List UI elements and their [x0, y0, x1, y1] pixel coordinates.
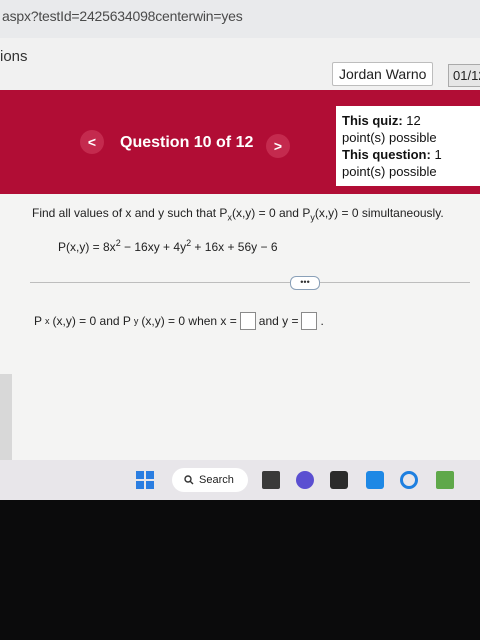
taskbar-search[interactable]: Search	[172, 468, 248, 492]
answer-text: .	[320, 314, 324, 328]
divider	[30, 282, 470, 283]
next-question-button[interactable]: >	[266, 134, 290, 158]
teams-icon[interactable]	[296, 471, 314, 489]
question-points-label: This question:	[342, 147, 431, 162]
user-name[interactable]: Jordan Warno	[332, 62, 434, 86]
windows-start-icon[interactable]	[136, 471, 154, 489]
chevron-right-icon: >	[273, 138, 283, 154]
answer-text: (x,y) = 0 and P	[52, 314, 131, 328]
search-icon	[184, 475, 194, 485]
taskbar: Search	[0, 460, 480, 500]
answer-text: (x,y) = 0 when x =	[141, 314, 237, 328]
answer-text: P	[34, 314, 43, 328]
prev-question-button[interactable]: <	[80, 130, 104, 154]
question-points-suffix: point(s) possible	[342, 164, 437, 179]
poly-part: − 16xy + 4y	[120, 240, 187, 254]
prompt-part: (x,y) = 0 simultaneously.	[314, 206, 444, 220]
prompt-part: (x,y) = 0 and P	[231, 206, 311, 220]
edge-icon[interactable]	[400, 471, 418, 489]
screen: aspx?testId=2425634098centerwin=yes ions…	[0, 0, 480, 500]
polynomial: P(x,y) = 8x2 − 16xy + 4y2 + 16x + 56y − …	[58, 238, 278, 254]
mail-icon[interactable]	[366, 471, 384, 489]
poly-part: + 16x + 56y − 6	[191, 240, 278, 254]
minecraft-icon[interactable]	[436, 471, 454, 489]
quiz-points-label: This quiz:	[342, 113, 403, 128]
quiz-points-value: 12	[406, 113, 421, 128]
points-panel: This quiz: 12 point(s) possible This que…	[336, 106, 480, 186]
question-title: Question 10 of 12	[120, 134, 254, 151]
address-text: aspx?testId=2425634098centerwin=yes	[2, 8, 243, 24]
date-badge: 01/12	[448, 64, 480, 87]
question-prompt: Find all values of x and y such that Px(…	[32, 206, 444, 222]
x-answer-input[interactable]	[239, 312, 256, 330]
answer-text: and y =	[258, 314, 299, 328]
course-header: ions Jordan Warno 01/12	[0, 38, 480, 90]
poly-part: P(x,y) = 8x	[58, 240, 116, 254]
menu-label[interactable]: ions	[0, 48, 28, 65]
prompt-part: Find all values of x and y such that P	[32, 206, 228, 220]
question-content: Find all values of x and y such that Px(…	[0, 194, 480, 467]
browser-address-bar[interactable]: aspx?testId=2425634098centerwin=yes	[0, 0, 480, 39]
answer-sub: y	[133, 316, 139, 326]
expand-button[interactable]: •••	[290, 276, 320, 290]
answer-sub: x	[45, 316, 50, 326]
search-label: Search	[199, 474, 234, 486]
question-points-value: 1	[434, 147, 442, 162]
question-header-band: < Question 10 of 12 > This quiz: 12 poin…	[0, 90, 480, 194]
y-answer-input[interactable]	[301, 312, 318, 330]
store-icon[interactable]	[330, 471, 348, 489]
quiz-points-suffix: point(s) possible	[342, 130, 437, 145]
answer-row: Px (x,y) = 0 and Py (x,y) = 0 when x = and…	[34, 312, 324, 330]
file-explorer-icon[interactable]	[262, 471, 280, 489]
chevron-left-icon: <	[87, 134, 97, 150]
scrollbar[interactable]	[0, 374, 12, 460]
